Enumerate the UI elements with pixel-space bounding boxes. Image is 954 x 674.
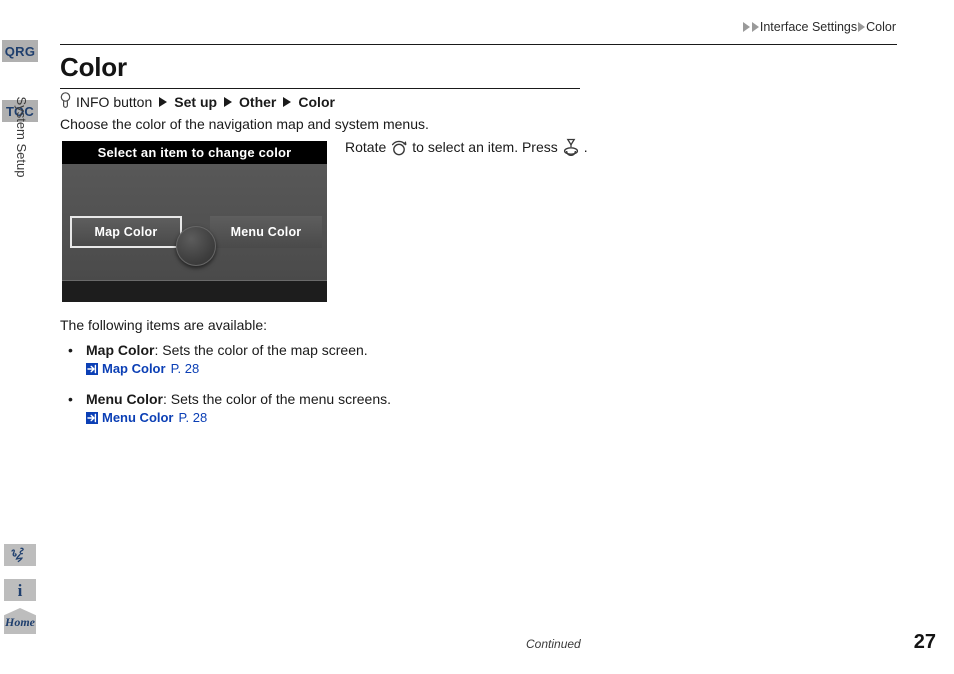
- page-number: 27: [913, 631, 936, 653]
- nav-knob-graphic: [176, 226, 216, 266]
- jump-arrow-icon: [86, 411, 98, 424]
- cross-reference-link[interactable]: Menu Color P. 28: [86, 410, 391, 425]
- list-item-term: Map Color: [86, 342, 155, 358]
- breadcrumb-parent[interactable]: Interface Settings: [760, 20, 857, 34]
- sidebar: QRG TOC System Setup i Home: [0, 0, 40, 674]
- title-divider: [60, 88, 580, 89]
- cross-reference-label: Menu Color: [102, 410, 174, 425]
- path-triangle-icon: [224, 97, 233, 107]
- knob-instruction-middle: to select an item. Press: [412, 139, 558, 156]
- sidebar-section-label: System Setup: [14, 96, 29, 178]
- bullet-icon: •: [68, 342, 73, 358]
- sidebar-tab-qrg[interactable]: QRG: [2, 40, 38, 62]
- info-icon-glyph: i: [17, 580, 23, 600]
- list-item: • Map Color: Sets the color of the map s…: [68, 342, 368, 376]
- menu-path-step-1: Set up: [174, 94, 218, 110]
- breadcrumb: Interface Settings Color: [742, 20, 896, 34]
- info-icon[interactable]: i: [4, 579, 36, 601]
- nav-screenshot-title: Select an item to change color: [62, 141, 327, 164]
- voice-command-icon[interactable]: [4, 544, 36, 566]
- bullet-icon: •: [68, 391, 73, 407]
- knob-instruction-end: .: [583, 139, 588, 156]
- menu-path-step-3: Color: [298, 94, 335, 110]
- nav-button-menu-color[interactable]: Menu Color: [210, 216, 322, 248]
- cross-reference-page: P. 28: [170, 361, 200, 376]
- nav-button-menu-color-label: Menu Color: [230, 225, 302, 239]
- nav-button-map-color[interactable]: Map Color: [70, 216, 182, 248]
- continued-label: Continued: [526, 637, 581, 651]
- cross-reference-page: P. 28: [178, 410, 208, 425]
- intro-text: Choose the color of the navigation map a…: [60, 116, 429, 132]
- page-title: Color: [60, 52, 127, 82]
- header-divider: [60, 44, 897, 45]
- list-item: • Menu Color: Sets the color of the menu…: [68, 391, 391, 425]
- breadcrumb-triangle-icon: [742, 22, 750, 32]
- home-button-label: Home: [5, 615, 35, 629]
- breadcrumb-triangle-icon: [858, 22, 866, 32]
- available-items-intro: The following items are available:: [60, 317, 267, 333]
- list-item-term: Menu Color: [86, 391, 163, 407]
- nav-screenshot-footer-bar: [62, 280, 327, 302]
- hard-button-icon: [60, 92, 71, 112]
- menu-path: INFO button Set up Other Color: [60, 92, 335, 112]
- list-item-description: : Sets the color of the map screen.: [154, 342, 368, 358]
- knob-instruction-rotate: Rotate: [345, 139, 387, 156]
- sidebar-tab-qrg-label: QRG: [4, 43, 36, 59]
- menu-path-button-label: INFO button: [76, 94, 153, 110]
- cross-reference-link[interactable]: Map Color P. 28: [86, 361, 368, 376]
- menu-path-step-2: Other: [239, 94, 277, 110]
- path-triangle-icon: [159, 97, 168, 107]
- cross-reference-label: Map Color: [102, 361, 166, 376]
- nav-screenshot: Select an item to change color Map Color…: [62, 141, 327, 302]
- path-triangle-icon: [283, 97, 292, 107]
- list-item-text: Menu Color: Sets the color of the menu s…: [86, 391, 391, 407]
- home-button[interactable]: Home: [4, 608, 36, 634]
- rotate-knob-icon: [386, 138, 412, 156]
- list-item-text: Map Color: Sets the color of the map scr…: [86, 342, 368, 358]
- nav-button-map-color-label: Map Color: [94, 225, 158, 239]
- breadcrumb-current: Color: [866, 20, 896, 34]
- press-knob-icon: [558, 138, 584, 157]
- nav-screenshot-body: Map Color Menu Color: [62, 164, 327, 281]
- breadcrumb-triangle-icon: [751, 22, 759, 32]
- list-item-description: : Sets the color of the menu screens.: [163, 391, 392, 407]
- jump-arrow-icon: [86, 362, 98, 375]
- knob-instruction: Rotate to select an item. Press .: [345, 138, 588, 157]
